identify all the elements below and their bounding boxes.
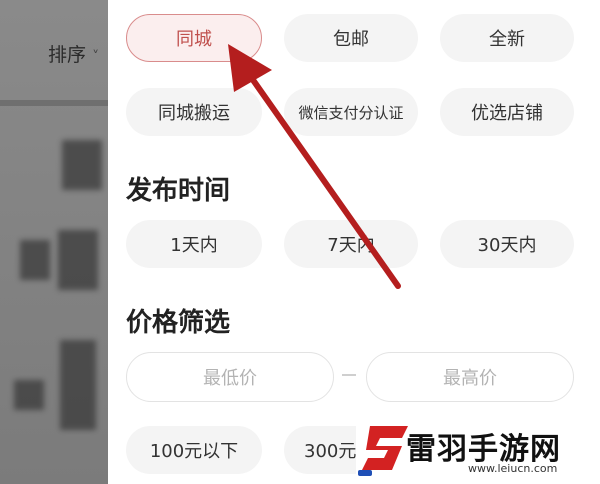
filter-chip-preferred-store[interactable]: 优选店铺 [440,88,574,136]
max-price-input[interactable]: 最高价 [366,352,574,402]
time-chip-7-days[interactable]: 7天内 [284,220,418,268]
section-title-publish-time: 发布时间 [126,176,231,206]
blurred-content [20,240,50,280]
blurred-content [14,380,44,410]
time-chip-1-day[interactable]: 1天内 [126,220,262,268]
blurred-content [58,230,98,290]
filter-chip-same-city[interactable]: 同城 [126,14,262,62]
filter-chip-free-shipping[interactable]: 包邮 [284,14,418,62]
chevron-down-icon: ˅ [92,49,100,65]
background-page: 排序 ˅ [0,0,110,484]
time-chip-30-days[interactable]: 30天内 [440,220,574,268]
filter-chip-brand-new[interactable]: 全新 [440,14,574,62]
divider [0,100,110,106]
price-chip-under-100[interactable]: 100元以下 [126,426,262,474]
sort-label: 排序 ˅ [48,44,100,66]
filter-chip-same-city-moving[interactable]: 同城搬运 [126,88,262,136]
filter-chip-wechat-pay-score[interactable]: 微信支付分认证 [284,88,418,136]
section-title-price-filter: 价格筛选 [126,308,231,338]
price-range-dash [342,374,356,376]
blurred-content [62,140,102,190]
min-price-input[interactable]: 最低价 [126,352,334,402]
blurred-content [60,340,96,430]
watermark-url: www.leiucn.com [468,462,558,475]
